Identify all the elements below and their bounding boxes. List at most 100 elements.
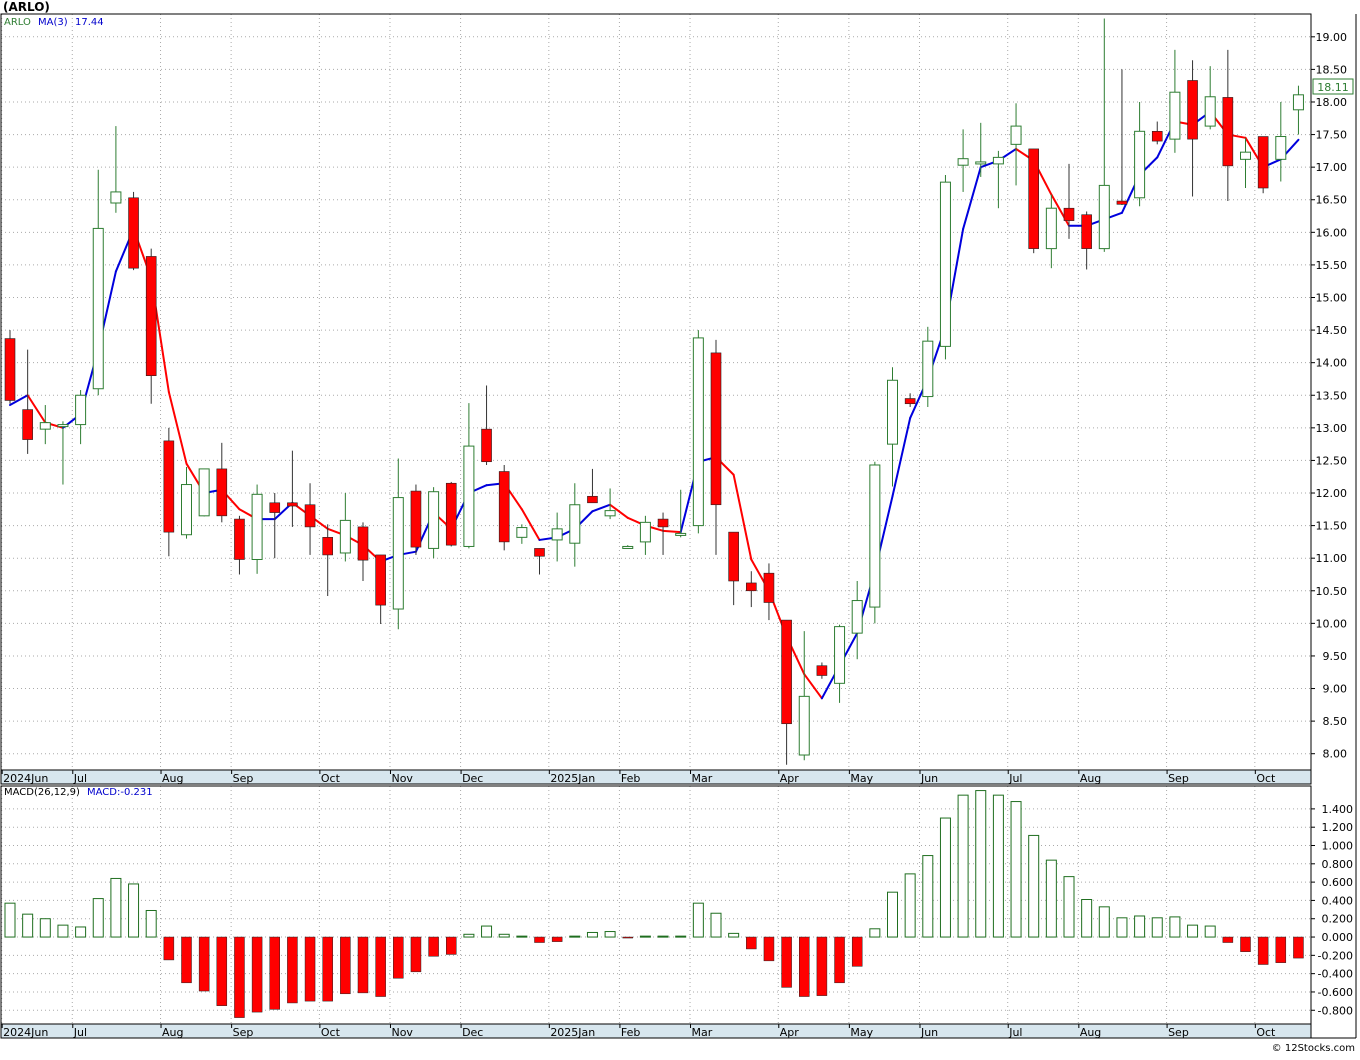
date-tick-label: Jun [920, 772, 938, 785]
candle-body-up [957, 158, 969, 166]
macd-bar-positive [1098, 906, 1110, 938]
candle-body-up [569, 504, 581, 544]
candle-body-down [4, 338, 16, 401]
macd-bar-negative [181, 936, 192, 984]
macd-bar-negative [446, 936, 457, 955]
macd-bar-negative [216, 936, 228, 1006]
date-tick-label: Jul [73, 772, 87, 785]
candle-body-up [975, 161, 987, 165]
macd-tick-label: 0.600 [1322, 876, 1354, 889]
candle-body-up [57, 424, 69, 428]
price-tick-label: 12.00 [1316, 487, 1348, 500]
price-tick-label: 19.00 [1316, 31, 1348, 44]
candle-body-up [463, 445, 475, 547]
macd-bar-negative [393, 936, 404, 979]
macd-bar-negative [851, 936, 863, 967]
date-tick-label: Aug [1080, 772, 1101, 785]
candle-body-down [1222, 97, 1234, 167]
macd-bar-positive [1028, 834, 1040, 938]
date-tick-label: Jul [1008, 772, 1022, 785]
macd-bar-negative [357, 936, 369, 994]
candle-body-down [498, 471, 510, 543]
date-tick-label: 2025Jan [550, 1026, 595, 1039]
date-tick-label: Oct [321, 1026, 341, 1039]
price-tick-label: 17.50 [1316, 129, 1348, 142]
candle-body-up [851, 600, 863, 634]
candle-body-up [392, 497, 404, 610]
price-tick-label: 11.50 [1316, 520, 1348, 533]
chart-canvas: 19.00 18.50 18.00 17.50 17.00 16.50 16.00 15.50… [0, 0, 1360, 1056]
date-tick-label: Jun [920, 1026, 938, 1039]
candle-body-down [145, 256, 157, 377]
candle-body-down [816, 665, 828, 676]
candle-body-up [939, 181, 951, 347]
candle-body-down [534, 548, 545, 557]
date-tick-label: Dec [462, 772, 483, 785]
date-tick-label: Oct [1256, 772, 1276, 785]
candle-body-down [781, 619, 792, 725]
macd-bar-positive [498, 933, 510, 938]
candle-body-up [428, 491, 440, 549]
date-tick-label: Mar [692, 772, 713, 785]
candle [692, 330, 704, 534]
stock-chart: 19.00 18.50 18.00 17.50 17.00 16.50 16.00 15.50… [0, 0, 1360, 1056]
date-tick-label: Sep [233, 1026, 254, 1039]
date-tick-label: Nov [391, 1026, 413, 1039]
candle-body-up [887, 379, 898, 445]
candle [198, 468, 210, 517]
macd-tick-label: 0.800 [1322, 858, 1354, 871]
candle-body-up [551, 528, 563, 541]
candle [869, 461, 881, 624]
legend-macd-value: MACD:-0.231 [87, 787, 153, 798]
macd-bar-negative [834, 936, 845, 984]
price-tick-label: 16.50 [1316, 194, 1348, 207]
candle-body-up [922, 340, 934, 398]
candle-body-up [1134, 130, 1146, 199]
candle-body-down [375, 554, 386, 606]
candle-body-up [339, 519, 351, 554]
macd-bar-negative [799, 936, 810, 997]
macd-bar-negative [234, 936, 245, 1018]
macd-bar-negative [1257, 936, 1269, 965]
ma-segment [662, 529, 682, 534]
candle-body-down [163, 440, 175, 533]
macd-tick-label: 1.000 [1322, 840, 1354, 853]
macd-bar-positive [904, 873, 916, 938]
candle-body-down [904, 398, 916, 405]
macd-bar-positive [1204, 925, 1216, 938]
price-tick-label: 18.50 [1316, 63, 1348, 76]
candle [498, 464, 510, 551]
macd-bar-positive [639, 935, 651, 938]
date-tick-label: Feb [621, 1026, 640, 1039]
macd-bar-negative [287, 936, 298, 1004]
price-tick-label: 13.50 [1316, 389, 1348, 402]
candle-body-up [92, 227, 104, 390]
candle-body-down [304, 504, 316, 528]
date-tick-label: Aug [1080, 1026, 1101, 1039]
candle-body-down [1116, 200, 1128, 205]
macd-bar-positive [1187, 924, 1199, 938]
candle-body-up [39, 422, 51, 430]
macd-tick-label: 1.200 [1322, 821, 1354, 834]
macd-bar-positive [939, 817, 951, 938]
candle-body-up [622, 545, 634, 549]
candle-body-up [869, 464, 881, 608]
date-tick-label: 2024Jun [3, 1026, 48, 1039]
candle-body-up [181, 484, 192, 536]
macd-bar-positive [675, 935, 687, 938]
price-tick-label: 9.50 [1323, 650, 1348, 663]
macd-bar-negative [622, 936, 633, 939]
date-tick-label: 2025Jan [550, 772, 595, 785]
price-tick-label: 9.00 [1323, 683, 1348, 696]
price-tick-label: 14.50 [1316, 324, 1348, 337]
price-tick-label: 10.50 [1316, 585, 1348, 598]
date-tick-label: Mar [692, 1026, 713, 1039]
macd-bar-negative [304, 936, 316, 1002]
candle [1257, 136, 1269, 194]
candle-body-down [445, 482, 457, 546]
macd-bar-negative [269, 936, 280, 1010]
macd-bar-positive [1116, 917, 1128, 938]
date-axis-band [0, 769, 1312, 785]
macd-bar-positive [39, 918, 51, 938]
chart-title: (ARLO) [3, 0, 50, 14]
